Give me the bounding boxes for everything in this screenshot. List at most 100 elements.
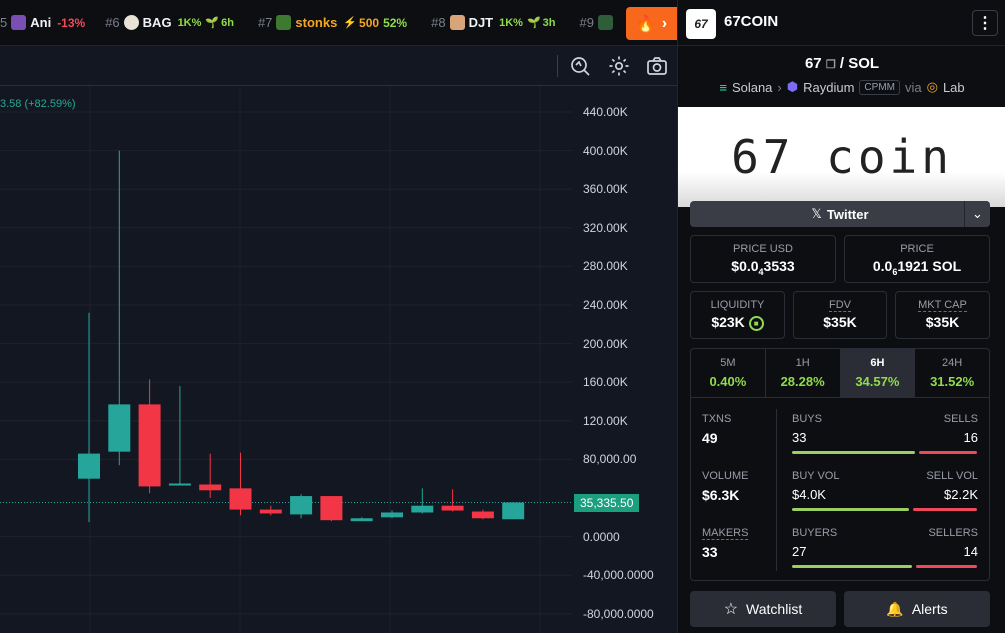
timeframe-tabs: 5M 0.40% 1H 28.28% 6H 34.57% 24H 31.52%: [690, 348, 990, 398]
socials-dropdown-button[interactable]: ⌄: [964, 201, 990, 227]
token-avatar: [276, 15, 292, 30]
dex-name[interactable]: Raydium: [803, 80, 854, 95]
fdv-value: $35K: [823, 314, 857, 330]
chevron-right-icon: ›: [777, 79, 782, 95]
price-axis-label: 160.00K: [583, 375, 628, 390]
ticker-rank: #9: [579, 15, 594, 30]
liquidity-label: LIQUIDITY: [710, 299, 765, 311]
solana-icon: ≡: [719, 79, 727, 95]
buys-label: BUYS: [792, 413, 822, 425]
candle-body: [168, 483, 191, 486]
sellers-label: SELLERS: [928, 527, 978, 539]
buy-vol-value: $4.0K: [792, 487, 826, 502]
mktcap-value: $35K: [925, 314, 960, 330]
sprout-icon: 🌱: [205, 17, 220, 29]
ticker-change: -13%: [57, 15, 86, 30]
sell-vol-ratio-bar: [913, 508, 977, 511]
copy-icon[interactable]: ❐: [826, 59, 836, 71]
price-axis-label: 280.00K: [583, 259, 628, 274]
buyers-value: 27: [792, 544, 807, 559]
candle-body: [259, 509, 282, 514]
price-axis-label: 0.0000: [583, 529, 620, 544]
kebab-icon: ⋮: [977, 15, 993, 32]
coin-banner: 67 coin: [678, 107, 1005, 207]
buyers-label: BUYERS: [792, 527, 838, 539]
ticker-rank: 5: [0, 15, 8, 30]
coin-logo: 67: [686, 9, 716, 39]
tab-label: 1H: [795, 357, 810, 369]
trending-button[interactable]: 🔥 ›: [626, 7, 677, 40]
fire-icon: 🔥: [635, 15, 656, 33]
zoom-icon[interactable]: [568, 54, 592, 78]
price-axis-label: 80,000.00: [583, 452, 637, 467]
ticker-item[interactable]: #7 stonks ⚡ 500 52%: [258, 15, 411, 30]
camera-icon[interactable]: [645, 54, 669, 78]
x-icon: 𝕏: [811, 206, 822, 221]
price-axis-label: 360.00K: [583, 182, 628, 197]
price-chart[interactable]: 3.58 (+82.59%) 440.00K 400.00K 360.00K 320.…: [0, 46, 677, 633]
token-avatar: [449, 15, 465, 30]
price-axis-label: -40,000.0000: [583, 568, 654, 583]
settings-icon[interactable]: [607, 54, 631, 78]
stats-divider: [776, 409, 777, 571]
watchlist-button[interactable]: ☆ Watchlist: [690, 591, 836, 627]
launchpad-icon: ◎: [926, 79, 938, 94]
ticker-item[interactable]: 5 Ani -13%: [0, 15, 85, 30]
tab-change: 31.52%: [930, 374, 975, 389]
chain-name[interactable]: Solana: [732, 80, 772, 95]
alerts-label: Alerts: [911, 601, 948, 617]
liquidity-box: LIQUIDITY $23K ■: [690, 291, 785, 339]
sells-value: 16: [963, 430, 978, 445]
candle-body: [199, 484, 222, 491]
txns-label: TXNS: [702, 413, 732, 425]
fdv-label: FDV: [829, 299, 851, 312]
sellers-ratio-bar: [916, 565, 977, 568]
ticker-item[interactable]: #6 BAG 1K% 🌱 6h: [105, 15, 238, 30]
ticker-rank: #7: [257, 15, 273, 30]
price-usd-box: PRICE USD $0.043533: [690, 235, 836, 283]
market-cap-box: MKT CAP $35K: [895, 291, 990, 339]
trending-ticker: 5 Ani -13% #6 BAG 1K% 🌱 6h #7 stonks ⚡ 5…: [0, 0, 677, 46]
price-usd-label: PRICE USD: [733, 243, 793, 255]
launchpad-name[interactable]: Lab: [943, 80, 965, 95]
candle-body: [381, 512, 403, 518]
sell-vol-label: SELL VOL: [926, 470, 978, 482]
sells-ratio-bar: [919, 451, 977, 454]
tab-change: 0.40%: [709, 374, 747, 389]
ticker-item[interactable]: #9: [580, 15, 617, 30]
twitter-button[interactable]: 𝕏 Twitter: [690, 201, 990, 227]
liquidity-value: $23K ■: [691, 314, 784, 331]
ticker-stat: 1K%: [177, 16, 202, 29]
volume-label: VOLUME: [702, 470, 749, 482]
makers-value: 33: [702, 544, 718, 560]
tab-24h[interactable]: 24H 31.52%: [915, 349, 989, 397]
ticker-item[interactable]: #8 DJT 1K% 🌱 3h: [431, 15, 559, 30]
pair-separator: /: [839, 55, 845, 72]
chart-plot[interactable]: [0, 86, 572, 633]
chain-breadcrumb: ≡ Solana › ⬢ Raydium CPMM via ◎ Lab: [678, 79, 1005, 95]
ticker-symbol: BAG: [142, 15, 172, 30]
toolbar-divider: [557, 55, 558, 77]
candle-body: [502, 502, 525, 520]
raydium-icon: ⬢: [786, 79, 799, 94]
trading-pair: 67 ❐ / SOL: [678, 55, 1005, 72]
alerts-button[interactable]: 🔔 Alerts: [844, 591, 990, 627]
tab-6h[interactable]: 6H 34.57%: [840, 349, 916, 397]
candle-body: [290, 496, 313, 515]
ticker-symbol: stonks: [295, 15, 338, 30]
more-menu-button[interactable]: ⋮: [972, 10, 998, 36]
candle-body: [229, 488, 252, 510]
token-avatar: [597, 15, 613, 30]
tab-1h[interactable]: 1H 28.28%: [766, 349, 841, 397]
price-usd-value: $0.043533: [731, 258, 795, 277]
price-axis[interactable]: 440.00K 400.00K 360.00K 320.00K 280.00K 240.0…: [572, 86, 677, 633]
buy-vol-ratio-bar: [792, 508, 909, 511]
lock-icon[interactable]: ■: [748, 315, 764, 331]
panel-header: 67 67COIN ⋮: [678, 0, 1005, 46]
tab-label: 6H: [870, 357, 885, 369]
tab-label: 24H: [942, 357, 963, 369]
price-axis-label: 240.00K: [583, 298, 628, 312]
ticker-age: 3h: [542, 16, 556, 29]
tab-5m[interactable]: 5M 0.40%: [691, 349, 766, 397]
mktcap-label: MKT CAP: [918, 299, 967, 312]
